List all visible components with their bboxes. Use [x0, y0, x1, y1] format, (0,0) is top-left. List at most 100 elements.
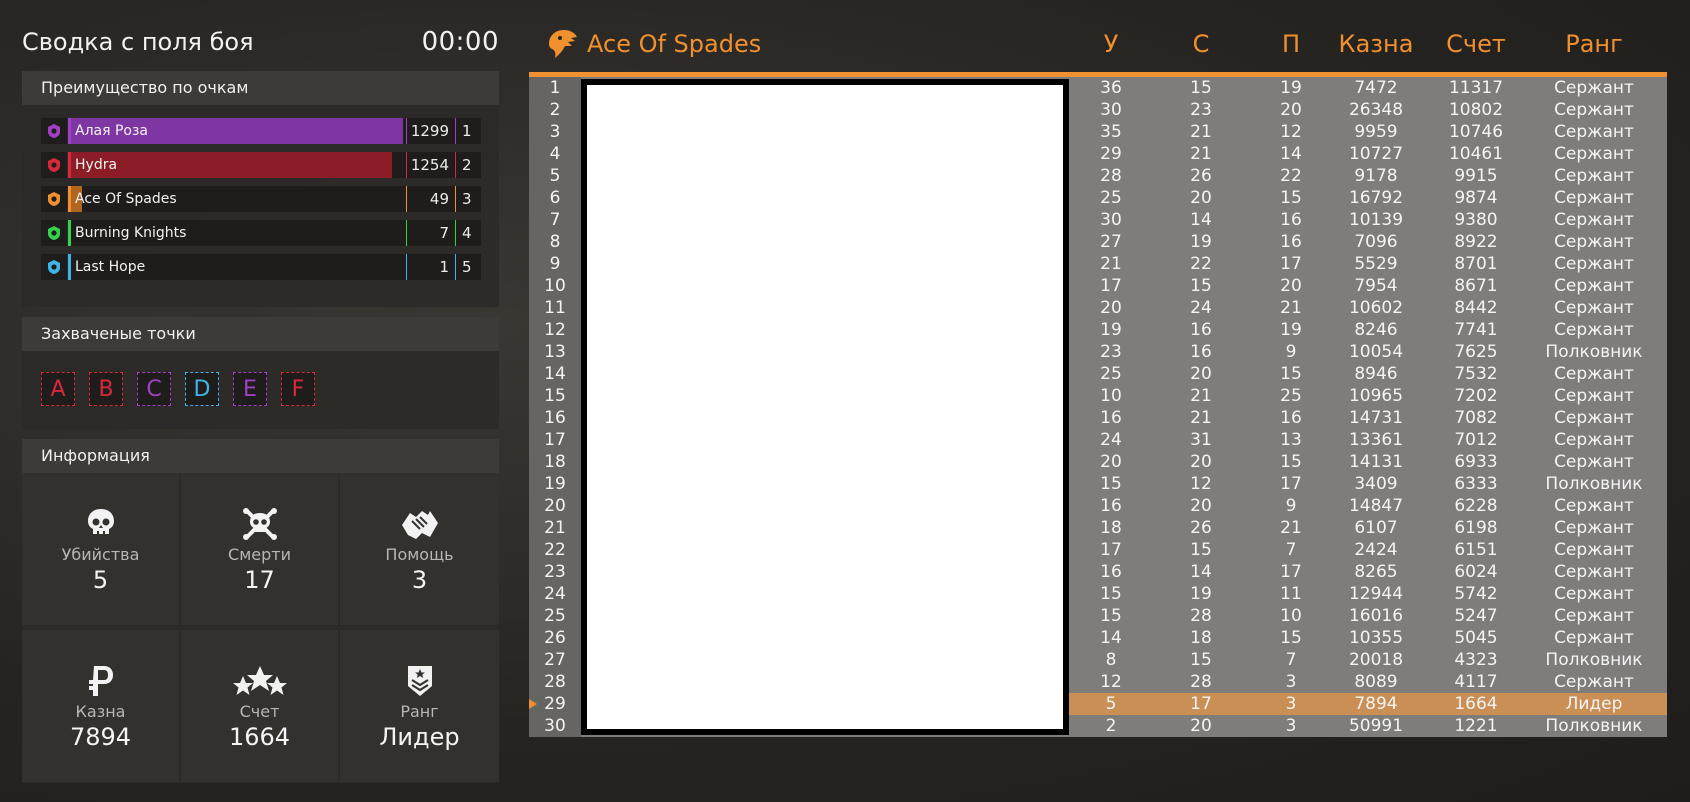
treasury-value: 10355	[1348, 628, 1404, 648]
team-row: Алая Роза 1299 1	[41, 118, 481, 144]
team-score-bar: Hydra	[68, 152, 406, 178]
row-number: 28	[544, 672, 566, 692]
deaths-value: 19	[1190, 584, 1212, 604]
row-stats: 17 15 20 7954 8671 Сержант	[1069, 275, 1667, 297]
kills-value: 16	[1100, 562, 1122, 582]
assists-value: 7	[1285, 540, 1297, 560]
capture-point-a: A	[41, 372, 75, 406]
score-advantage-panel: Преимущество по очкам Алая Роза 1299 1 Hydr…	[22, 71, 499, 307]
kills-value: 16	[1100, 408, 1122, 428]
kills-value: 25	[1100, 188, 1122, 208]
rank-badge-icon	[407, 666, 432, 696]
rank-value: Сержант	[1554, 122, 1634, 142]
assists-value: 21	[1280, 518, 1302, 538]
score-value: 1664	[1454, 694, 1498, 714]
kills-value: 5	[1105, 694, 1117, 714]
rank-value: Сержант	[1554, 144, 1634, 164]
deaths-value: 19	[1190, 232, 1212, 252]
info-title: Информация	[22, 439, 499, 473]
row-stats: 17 15 7 2424 6151 Сержант	[1069, 539, 1667, 561]
col-header-assists[interactable]: П	[1269, 30, 1313, 58]
assists-value: 14	[1280, 144, 1302, 164]
assists-value: 10	[1280, 606, 1302, 626]
team-score-bar: Ace Of Spades	[68, 186, 406, 212]
assists-value: 3	[1285, 672, 1297, 692]
col-header-treasury[interactable]: Казна	[1329, 30, 1423, 58]
rank-value: Сержант	[1554, 320, 1634, 340]
assists-value: 15	[1280, 628, 1302, 648]
col-header-rank[interactable]: Ранг	[1539, 30, 1649, 58]
team-name: Hydra	[75, 157, 118, 173]
treasury-value: 13361	[1348, 430, 1404, 450]
assists-value: 15	[1280, 364, 1302, 384]
treasury-value: 6107	[1354, 518, 1398, 538]
col-header-deaths[interactable]: С	[1179, 30, 1223, 58]
deaths-cell: Смерти 17	[181, 473, 338, 625]
row-number: 5	[549, 166, 561, 186]
row-number: 27	[544, 650, 566, 670]
eagle-icon	[41, 186, 67, 212]
summary-title: Сводка с поля боя	[22, 28, 254, 56]
score-value: 4323	[1454, 650, 1498, 670]
kills-value: 24	[1100, 430, 1122, 450]
score-label: Счет	[239, 702, 280, 721]
row-number: 23	[544, 562, 566, 582]
rank-value: Сержант	[1554, 584, 1634, 604]
kills-cell: Убийства 5	[22, 473, 179, 625]
team-name: Burning Knights	[75, 225, 187, 241]
info-grid: Убийства 5 Смерти 17 Помощь 3 Казна 7894…	[22, 473, 499, 783]
score-value: 8671	[1454, 276, 1498, 296]
skull-icon	[87, 509, 114, 534]
team-name: Алая Роза	[75, 123, 149, 139]
col-header-score[interactable]: Счет	[1429, 30, 1523, 58]
kills-value: 10	[1100, 386, 1122, 406]
deaths-value: 28	[1190, 672, 1212, 692]
row-number: 8	[549, 232, 561, 252]
deaths-value: 15	[1190, 650, 1212, 670]
kills-value: 15	[1100, 606, 1122, 626]
assists-cell: Помощь 3	[340, 473, 499, 625]
row-number: 14	[544, 364, 566, 384]
assists-value: 3	[1285, 716, 1297, 736]
treasury-cell: Казна 7894	[22, 630, 179, 782]
row-stats: 36 15 19 7472 11317 Сержант	[1069, 77, 1667, 99]
deaths-value: 21	[1190, 122, 1212, 142]
deaths-value: 15	[1190, 540, 1212, 560]
kills-value: 30	[1100, 210, 1122, 230]
rank-value: Сержант	[1554, 166, 1634, 186]
deaths-value: 21	[1190, 144, 1212, 164]
team-name: Last Hope	[75, 259, 146, 275]
team-row: Ace Of Spades 49 3	[41, 186, 481, 212]
player-names-panel	[581, 79, 1069, 735]
score-value: 8442	[1454, 298, 1498, 318]
rank-value: Сержант	[1554, 430, 1634, 450]
rank-value: Сержант	[1554, 386, 1634, 406]
deaths-value: 26	[1190, 166, 1212, 186]
row-number: 4	[549, 144, 561, 164]
deaths-value: 28	[1190, 606, 1212, 626]
assists-value: 17	[1280, 562, 1302, 582]
row-number: 3	[549, 122, 561, 142]
team-row: Hydra 1254 2	[41, 152, 481, 178]
row-number: 7	[549, 210, 561, 230]
row-stats: 21 22 17 5529 8701 Сержант	[1069, 253, 1667, 275]
assists-value: 19	[1280, 320, 1302, 340]
rank-value: Сержант	[1554, 276, 1634, 296]
row-number: 24	[544, 584, 566, 604]
team-score: 1	[407, 254, 455, 280]
row-stats: 25 20 15 16792 9874 Сержант	[1069, 187, 1667, 209]
rank-value: Сержант	[1554, 188, 1634, 208]
treasury-value: 10139	[1348, 210, 1404, 230]
rank-label: Ранг	[400, 702, 439, 721]
row-number: 10	[544, 276, 566, 296]
row-stats: 15 19 11 12944 5742 Сержант	[1069, 583, 1667, 605]
rank-value: Сержант	[1554, 540, 1634, 560]
rank-value: Сержант	[1554, 364, 1634, 384]
rank-value: Сержант	[1554, 210, 1634, 230]
row-stats: 15 12 17 3409 6333 Полковник	[1069, 473, 1667, 495]
treasury-value: 8246	[1354, 320, 1398, 340]
col-header-kills[interactable]: У	[1089, 30, 1133, 58]
kills-value: 12	[1100, 672, 1122, 692]
kills-value: 20	[1100, 452, 1122, 472]
deaths-value: 16	[1190, 320, 1212, 340]
